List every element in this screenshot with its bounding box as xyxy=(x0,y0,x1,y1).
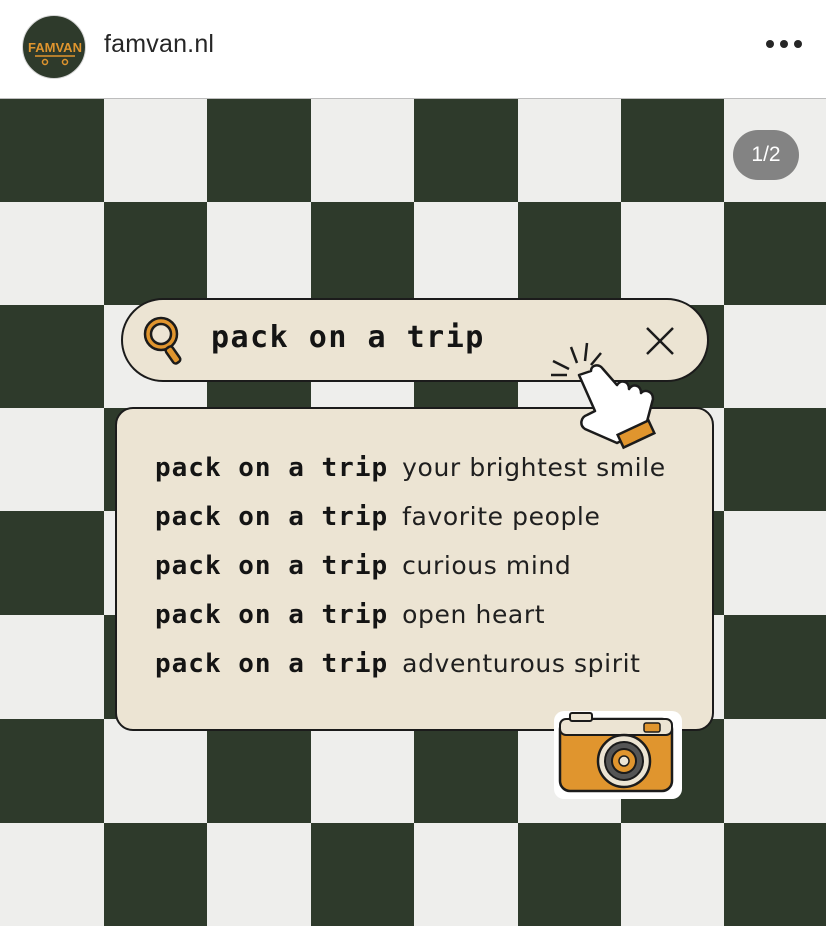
checker-tile xyxy=(518,99,621,202)
checker-tile xyxy=(0,511,104,615)
checker-tile xyxy=(104,719,207,823)
checker-tile xyxy=(724,823,826,926)
checker-tile xyxy=(207,202,311,305)
avatar-logo-text: FAMVAN xyxy=(28,40,82,55)
suggestion-row[interactable]: pack on a trip favorite people xyxy=(155,502,600,542)
checker-tile xyxy=(0,719,104,823)
checker-tile xyxy=(724,202,826,305)
suggestion-row[interactable]: pack on a trip open heart xyxy=(155,600,545,640)
post-header: FAMVAN famvan.nl xyxy=(0,0,826,98)
checker-tile xyxy=(104,823,207,926)
checker-tile xyxy=(621,99,724,202)
checker-tile xyxy=(0,823,104,926)
checker-tile xyxy=(724,408,826,511)
suggestion-suffix: open heart xyxy=(402,600,546,629)
checker-tile xyxy=(724,511,826,615)
checker-tile xyxy=(311,202,414,305)
suggestion-query: pack on a trip xyxy=(155,649,389,679)
suggestion-query: pack on a trip xyxy=(155,551,389,581)
suggestion-suffix: curious mind xyxy=(402,551,572,580)
magnifier-icon xyxy=(143,316,182,365)
checker-tile xyxy=(724,305,826,408)
checker-tile xyxy=(311,99,414,202)
suggestion-suffix: your brightest smile xyxy=(402,453,666,482)
suggestion-suffix: adventurous spirit xyxy=(402,649,641,678)
famvan-logo-icon: FAMVAN xyxy=(28,40,82,66)
pointing-hand-icon xyxy=(551,342,657,450)
checker-tile xyxy=(0,408,104,511)
suggestion-row[interactable]: pack on a trip curious mind xyxy=(155,551,571,591)
checker-tile xyxy=(518,823,621,926)
checker-tile xyxy=(414,823,518,926)
checker-tile xyxy=(207,823,311,926)
camera-icon xyxy=(554,711,682,799)
checker-tile xyxy=(414,99,518,202)
search-query-text: pack on a trip xyxy=(211,320,485,355)
suggestion-query: pack on a trip xyxy=(155,453,389,483)
checker-tile xyxy=(311,823,414,926)
suggestions-panel: pack on a trip your brightest smile pack … xyxy=(115,407,714,731)
suggestion-suffix: favorite people xyxy=(402,502,601,531)
checker-tile xyxy=(104,202,207,305)
checker-tile xyxy=(724,615,826,719)
suggestion-query: pack on a trip xyxy=(155,600,389,630)
checker-tile xyxy=(207,719,311,823)
post-image[interactable]: 1/2 pack on a trip pack on a trip your br… xyxy=(0,98,826,926)
checker-tile xyxy=(414,202,518,305)
checker-tile xyxy=(0,615,104,719)
checker-tile xyxy=(414,719,518,823)
suggestion-row[interactable]: pack on a trip your brightest smile xyxy=(155,453,666,493)
username-link[interactable]: famvan.nl xyxy=(104,30,214,59)
suggestion-row[interactable]: pack on a trip adventurous spirit xyxy=(155,649,641,689)
checker-tile xyxy=(311,719,414,823)
checker-tile xyxy=(0,99,104,202)
checker-tile xyxy=(518,202,621,305)
checker-tile xyxy=(104,99,207,202)
suggestion-query: pack on a trip xyxy=(155,502,389,532)
checker-tile xyxy=(621,202,724,305)
checker-tile xyxy=(724,719,826,823)
carousel-counter: 1/2 xyxy=(733,130,799,180)
checker-tile xyxy=(207,99,311,202)
checker-tile xyxy=(0,202,104,305)
checker-tile xyxy=(621,823,724,926)
more-options-icon[interactable] xyxy=(764,36,804,54)
avatar[interactable]: FAMVAN xyxy=(22,15,86,79)
checker-tile xyxy=(0,305,104,408)
